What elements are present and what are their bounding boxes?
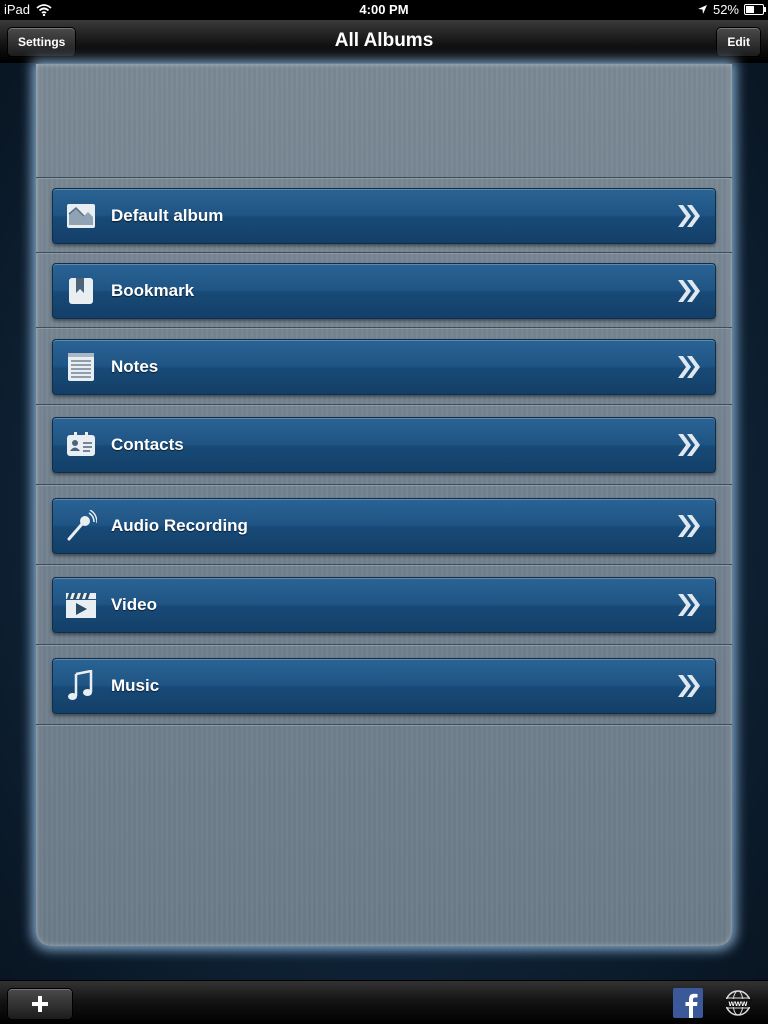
microphone-icon [67,510,97,541]
facebook-icon [685,993,698,1018]
globe-www-icon: www [724,990,752,1016]
app-screen: iPad 4:00 PM 52% Settings All Albums Edi… [0,0,768,1024]
album-label: Bookmark [111,281,195,300]
notes-icon [68,353,94,381]
chevron-right-icon [678,434,700,456]
album-row-bookmark[interactable]: Bookmark [52,263,716,319]
divider [36,644,732,646]
album-label: Default album [111,206,224,225]
divider [36,724,732,726]
battery-percent: 52% [712,2,739,17]
status-bar: iPad 4:00 PM 52% [0,0,768,20]
music-note-icon [68,670,93,700]
album-label: Contacts [111,435,184,454]
bottom-toolbar: www [0,980,768,1024]
battery-fill [746,6,754,13]
chevron-right-icon [678,515,700,537]
divider [36,484,732,486]
add-album-button[interactable] [7,988,73,1020]
bookmark-icon [69,278,93,304]
location-arrow-icon [697,5,707,14]
album-label: Audio Recording [111,516,248,535]
battery-icon [744,4,766,15]
divider [36,177,732,179]
facebook-button[interactable] [673,988,703,1018]
divider [36,327,732,329]
www-label: www [728,999,748,1008]
album-row-audio-recording[interactable]: Audio Recording [52,498,716,554]
chevron-right-icon [678,594,700,616]
album-row-contacts[interactable]: Contacts [52,417,716,473]
divider [36,404,732,406]
chevron-right-icon [678,205,700,227]
chevron-right-icon [678,675,700,697]
contact-card-icon [67,432,95,456]
albums-panel: Default album Bookmark Notes Contacts Au… [36,64,732,946]
divider [36,564,732,566]
chevron-right-icon [678,280,700,302]
chevron-right-icon [678,356,700,378]
album-label: Music [111,676,160,695]
clapperboard-icon [66,593,96,618]
album-label: Video [111,595,157,614]
album-row-notes[interactable]: Notes [52,339,716,395]
web-button[interactable]: www [720,989,756,1017]
status-time: 4:00 PM [359,2,409,17]
plus-icon [32,996,48,1012]
landscape-icon [67,204,95,228]
album-row-default[interactable]: Default album [52,188,716,244]
divider [36,252,732,254]
navigation-bar: Settings All Albums Edit [0,20,768,63]
page-title: All Albums [334,30,434,51]
album-row-music[interactable]: Music [52,658,716,714]
album-label: Notes [111,357,159,376]
edit-button[interactable]: Edit [716,27,761,57]
album-row-video[interactable]: Video [52,577,716,633]
